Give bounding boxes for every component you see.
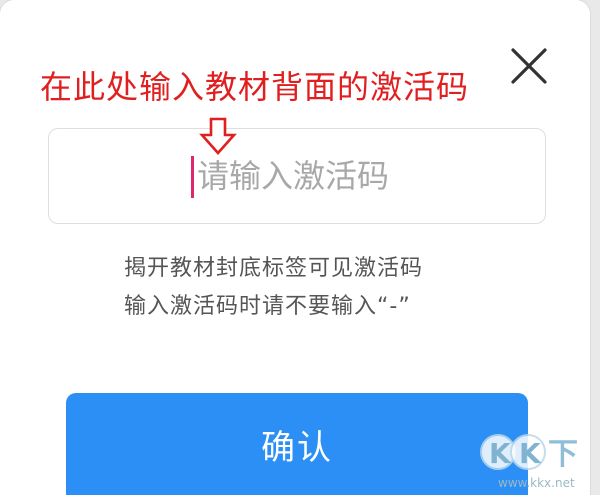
- hint-text-1: 揭开教材封底标签可见激活码: [124, 256, 424, 281]
- site-watermark: K K 下 www.kkx.net: [470, 428, 600, 495]
- svg-text:K: K: [519, 437, 542, 470]
- activation-code-field[interactable]: [48, 128, 546, 224]
- close-icon: [511, 48, 547, 84]
- hint-text-2: 输入激活码时请不要输入“-”: [124, 294, 411, 319]
- confirm-button[interactable]: 确认: [66, 393, 528, 495]
- close-button[interactable]: [505, 42, 553, 90]
- svg-text:下: 下: [548, 437, 578, 472]
- svg-text:K: K: [489, 437, 512, 470]
- text-cursor: [191, 156, 194, 198]
- kk-download-logo: K K 下: [480, 434, 578, 472]
- down-arrow-icon: [199, 117, 237, 155]
- watermark-url: www.kkx.net: [498, 476, 575, 490]
- annotation-text: 在此处输入教材背面的激活码: [40, 68, 470, 106]
- activation-code-input[interactable]: [49, 129, 545, 223]
- activation-dialog: 在此处输入教材背面的激活码 揭开教材封底标签可见激活码 输入激活码时请不要输入“…: [0, 0, 590, 495]
